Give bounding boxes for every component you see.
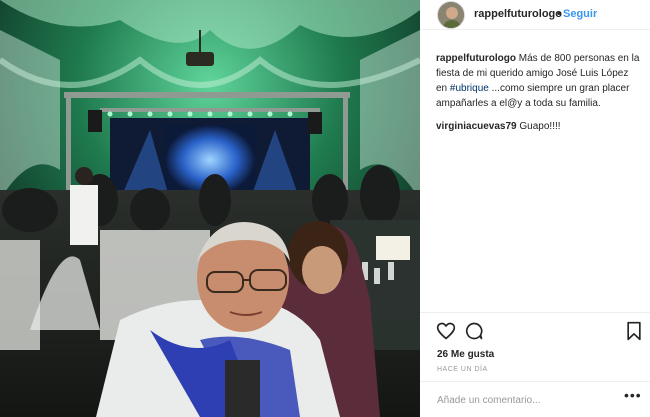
- more-options-icon[interactable]: •••: [624, 387, 642, 403]
- hashtag-link[interactable]: #ubrique: [450, 83, 489, 94]
- avatar[interactable]: [437, 1, 465, 29]
- caption-username[interactable]: rappelfuturologo: [436, 53, 516, 64]
- post-side-panel: rappelfuturologo • Seguir rappelfuturolo…: [420, 0, 650, 417]
- comments-list: rappelfuturologo Más de 800 personas en …: [436, 51, 642, 142]
- actions-divider: [420, 312, 650, 313]
- bookmark-icon[interactable]: [624, 321, 644, 341]
- likes-count[interactable]: 26 Me gusta: [437, 349, 494, 360]
- username-link[interactable]: rappelfuturologo: [474, 8, 562, 20]
- post-timestamp: HACE UN DÍA: [437, 366, 488, 373]
- comment-divider: [420, 381, 650, 382]
- avatar-image: [438, 2, 464, 28]
- post-photo[interactable]: [0, 0, 420, 417]
- follow-button[interactable]: Seguir: [563, 8, 597, 20]
- caption: rappelfuturologo Más de 800 personas en …: [436, 51, 642, 111]
- photo-scene: [0, 0, 420, 417]
- comment-username[interactable]: virginiacuevas79: [436, 121, 517, 132]
- comment-text: Guapo!!!!: [516, 121, 561, 132]
- heart-icon[interactable]: [436, 321, 456, 341]
- comment-input[interactable]: [437, 392, 612, 408]
- separator-dot: •: [557, 8, 561, 20]
- comment-icon[interactable]: [464, 321, 484, 341]
- post-header: rappelfuturologo • Seguir: [420, 0, 650, 30]
- comment-item: virginiacuevas79 Guapo!!!!: [436, 119, 642, 134]
